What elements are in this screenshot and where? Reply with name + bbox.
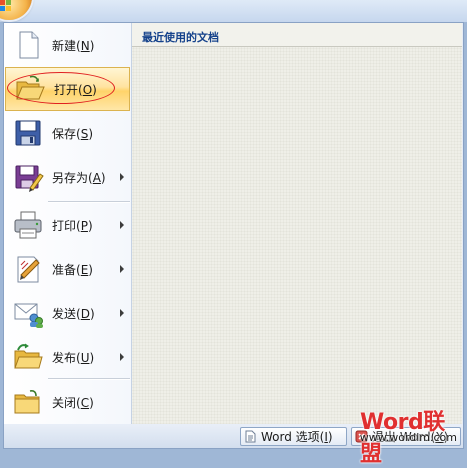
exit-word-suffix: ) [443,429,449,444]
publish-icon [12,341,44,373]
title-bar-strip [0,0,467,22]
menu-item-send-label: 发送 [52,306,77,321]
exit-icon [355,430,368,443]
chevron-right-icon [120,309,124,317]
menu-item-publish-label: 发布 [52,350,77,365]
menu-item-prepare-accel: E [80,262,89,277]
open-folder-icon [14,73,46,105]
send-icon [12,297,44,329]
recent-documents-pane: 最近使用的文档 [132,23,462,424]
menu-item-new-accel: N [80,38,90,53]
chevron-right-icon [120,353,124,361]
menu-item-open-label: 打开 [54,82,79,97]
menu-item-close[interactable]: 关闭(C) [4,380,131,424]
menu-item-new-label: 新建 [52,38,77,53]
menu-item-print-accel: P [80,218,88,233]
chevron-right-icon [120,173,124,181]
word-options-label: Word 选项( [261,430,325,444]
menu-item-print[interactable]: 打印(P) [4,203,131,247]
printer-icon [12,209,44,241]
menu-item-close-accel: C [80,395,90,410]
menu-item-prepare[interactable]: 准备(E) [4,247,131,291]
options-document-icon [245,430,256,443]
menu-item-save-accel: S [80,126,89,141]
word-options-suffix: ) [327,429,333,444]
recent-documents-header: 最近使用的文档 [132,23,462,47]
word-options-button[interactable]: Word 选项(I) [240,427,347,446]
exit-word-label: 退出 Word( [372,430,436,444]
exit-word-accel: X [435,429,444,444]
menu-item-save-as-accel: A [92,170,101,185]
exit-word-button[interactable]: 退出 Word(X) [351,427,461,446]
menu-item-save-as[interactable]: 另存为(A) [4,155,131,199]
chevron-right-icon [120,221,124,229]
close-folder-icon [12,386,44,418]
menu-item-prepare-label: 准备 [52,262,77,277]
menu-item-save-label: 保存 [52,126,77,141]
menu-item-open[interactable]: 打开(O) [5,67,130,111]
office-logo-icon [0,0,11,11]
menu-item-new[interactable]: 新建(N) [4,23,131,67]
menu-item-publish-accel: U [80,350,90,365]
menu-item-save-as-label: 另存为 [52,170,89,185]
menu-footer: Word 选项(I) 退出 Word(X) [4,424,463,448]
menu-item-print-label: 打印 [52,218,77,233]
menu-item-save[interactable]: 保存(S) [4,111,131,155]
menu-item-send[interactable]: 发送(D) [4,291,131,335]
prepare-icon [12,253,44,285]
office-menu-commands: 新建(N) 打开(O) 保存(S) 另存为(A) 打印(P) 准备(E) 发送(… [4,23,132,424]
menu-item-close-label: 关闭 [52,395,77,410]
menu-item-open-accel: O [82,82,93,97]
new-document-icon [12,29,44,61]
save-as-icon [12,161,44,193]
save-disk-icon [12,117,44,149]
chevron-right-icon [120,265,124,273]
recent-documents-title: 最近使用的文档 [142,31,219,44]
menu-item-send-accel: D [80,306,90,321]
menu-item-publish[interactable]: 发布(U) [4,335,131,379]
